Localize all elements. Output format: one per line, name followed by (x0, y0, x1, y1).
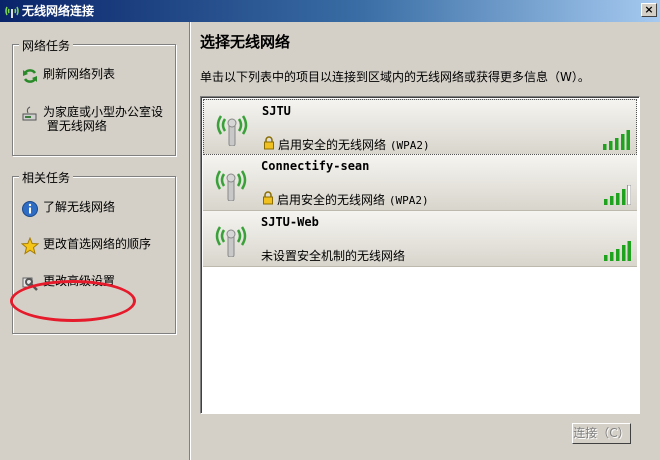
wireless-antenna-icon (215, 226, 247, 257)
lock-icon (264, 136, 274, 150)
wireless-antenna-icon (216, 115, 248, 146)
window-title: 无线网络连接 (22, 4, 95, 18)
connect-button[interactable]: 连接（C） (572, 423, 631, 444)
signal-strength-icon (604, 185, 631, 205)
title-bar[interactable]: 无线网络连接 × (0, 0, 660, 22)
signal-strength-icon (603, 130, 630, 150)
setup-home-network-link[interactable]: 为家庭或小型办公室设 置无线网络 (21, 105, 173, 133)
task-pane: 网络任务 刷新网络列表 为家庭或小型办公室设 置无线网络 相关任务 了解无线网络… (0, 22, 189, 460)
wireless-connection-window: 无线网络连接 × 网络任务 刷新网络列表 为家庭或小型办公室设 置无线网络 相关… (0, 0, 660, 460)
network-status: 启用安全的无线网络 (WPA2) (278, 138, 430, 152)
network-tasks-group: 网络任务 刷新网络列表 为家庭或小型办公室设 置无线网络 (12, 37, 176, 156)
network-item-sjtu[interactable]: SJTU 启用安全的无线网络 (WPA2) (203, 99, 637, 155)
main-pane: 选择无线网络 单击以下列表中的项目以连接到区域内的无线网络或获得更多信息（W）。… (191, 22, 660, 460)
network-name: Connectify-sean (261, 159, 370, 173)
wireless-antenna-icon (215, 170, 247, 201)
close-icon: × (644, 3, 654, 16)
change-preferred-order-label: 更改首选网络的顺序 (43, 237, 152, 251)
network-tasks-title: 网络任务 (19, 37, 74, 54)
refresh-network-list-link[interactable]: 刷新网络列表 (21, 67, 173, 85)
network-item-connectify-sean[interactable]: Connectify-sean 启用安全的无线网络 (WPA2) (203, 155, 637, 211)
page-title: 选择无线网络 (200, 33, 291, 51)
related-tasks-title: 相关任务 (19, 169, 74, 186)
info-icon (22, 201, 38, 217)
instructions-text: 单击以下列表中的项目以连接到区域内的无线网络或获得更多信息（W）。 (200, 70, 590, 84)
network-status: 启用安全的无线网络 (WPA2) (277, 193, 429, 207)
wireless-icon (5, 6, 19, 18)
network-item-sjtu-web[interactable]: SJTU-Web 未设置安全机制的无线网络 (203, 211, 637, 267)
star-icon (21, 237, 39, 255)
setup-network-icon (22, 106, 37, 121)
learn-wireless-label: 了解无线网络 (43, 200, 116, 214)
network-status: 未设置安全机制的无线网络 (261, 249, 406, 263)
lock-icon (263, 191, 273, 205)
refresh-icon (23, 69, 37, 83)
setup-home-network-label: 为家庭或小型办公室设 置无线网络 (43, 105, 164, 133)
change-preferred-order-link[interactable]: 更改首选网络的顺序 (21, 237, 173, 255)
signal-strength-icon (604, 241, 631, 261)
refresh-network-list-label: 刷新网络列表 (43, 67, 116, 81)
network-name: SJTU-Web (261, 215, 319, 229)
network-list[interactable]: SJTU 启用安全的无线网络 (WPA2) Connectify-sean 启用… (200, 96, 640, 414)
close-button[interactable]: × (641, 3, 657, 17)
network-name: SJTU (262, 104, 291, 118)
highlight-oval (10, 280, 136, 322)
learn-wireless-link[interactable]: 了解无线网络 (21, 200, 173, 218)
